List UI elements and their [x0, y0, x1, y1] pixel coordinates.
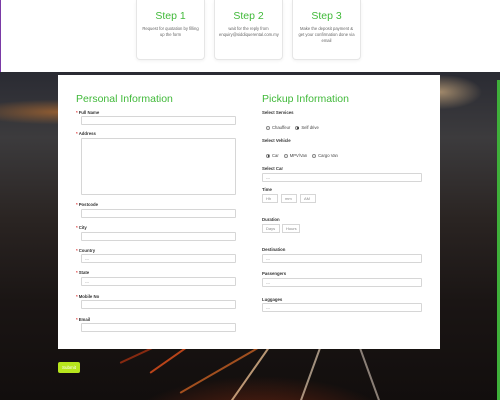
time-label: Time	[262, 187, 272, 192]
left-edge-accent	[0, 0, 1, 72]
select-vehicle-label: Select Vehicle	[262, 138, 291, 143]
step-description: Request for quotation by filling up the …	[142, 26, 199, 37]
radio-icon	[312, 153, 317, 158]
time-minute-input[interactable]: mm	[281, 194, 297, 203]
destination-label: Destination	[262, 247, 286, 252]
full-name-input[interactable]	[81, 116, 236, 125]
country-label: *Country	[76, 248, 96, 253]
country-select[interactable]: ---	[81, 254, 236, 263]
select-car-label: Select Car	[262, 166, 284, 171]
time-hour-input[interactable]: Hh	[262, 194, 278, 203]
radio-selected-icon	[266, 153, 270, 158]
pickup-information-title: Pickup Information	[262, 93, 349, 105]
email-label: *Email	[76, 317, 91, 322]
service-option-self-drive[interactable]: Self drive	[295, 125, 319, 130]
step-title: Step 2	[233, 10, 264, 22]
step-title: Step 1	[155, 10, 186, 22]
step-card-1: Step 1 Request for quotation by filling …	[136, 0, 205, 60]
radio-icon	[266, 125, 270, 130]
state-label: *State	[76, 270, 90, 275]
address-label: *Address	[76, 131, 96, 136]
mobile-label: *Mobile No	[76, 294, 100, 299]
city-label: *City	[76, 225, 87, 230]
radio-selected-icon	[295, 125, 300, 130]
service-option-chauffeur[interactable]: Chauffeur	[266, 125, 290, 130]
postcode-input[interactable]	[81, 209, 236, 218]
step-card-2: Step 2 wait for the reply from enquiry@s…	[214, 0, 283, 60]
duration-label: Duration	[262, 217, 280, 222]
full-name-label: *Full Name	[76, 110, 100, 115]
car-select[interactable]: ---	[262, 173, 422, 182]
state-select[interactable]: ---	[81, 277, 236, 286]
postcode-label: *Postcode	[76, 202, 99, 207]
vehicle-option-cargo-van[interactable]: Cargo Van	[312, 153, 338, 158]
city-input[interactable]	[81, 232, 236, 241]
submit-button[interactable]: Submit	[58, 362, 80, 373]
vehicle-radio-group: Car MPV/Van Cargo Van	[266, 153, 343, 158]
vehicle-option-car[interactable]: Car	[266, 153, 279, 158]
booking-form: Personal Information *Full Name *Address…	[58, 75, 440, 349]
services-radio-group: Chauffeur Self drive	[266, 125, 324, 130]
duration-hours-input[interactable]: Hours	[282, 224, 300, 233]
mobile-input[interactable]	[81, 300, 236, 309]
step-description: Make the deposit payment & get your conf…	[298, 26, 355, 43]
address-textarea[interactable]	[81, 138, 236, 195]
passengers-select[interactable]: ---	[262, 278, 422, 287]
personal-information-title: Personal Information	[76, 93, 173, 105]
step-description: wait for the reply from enquiry@siddique…	[219, 26, 279, 37]
duration-days-input[interactable]: Days	[262, 224, 280, 233]
step-title: Step 3	[311, 10, 342, 22]
luggages-label: Luggages	[262, 297, 283, 302]
select-services-label: Select Services	[262, 110, 294, 115]
passengers-label: Passengers	[262, 271, 287, 276]
email-input[interactable]	[81, 323, 236, 332]
steps-section: Step 1 Request for quotation by filling …	[0, 0, 500, 72]
step-card-3: Step 3 Make the deposit payment & get yo…	[292, 0, 361, 60]
destination-select[interactable]: ---	[262, 254, 422, 263]
vehicle-option-mpv-van[interactable]: MPV/Van	[283, 153, 307, 158]
luggages-select[interactable]: ---	[262, 303, 422, 312]
radio-icon	[283, 153, 288, 158]
time-ampm-select[interactable]: AM	[300, 194, 316, 203]
